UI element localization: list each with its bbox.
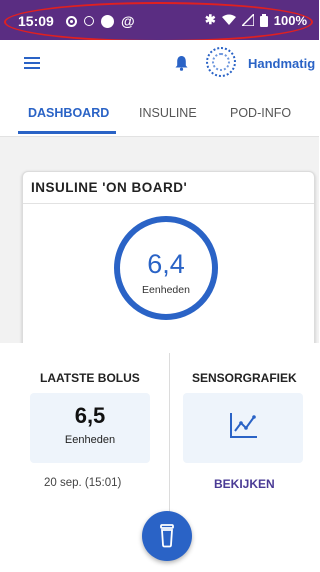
wifi-icon bbox=[221, 14, 236, 25]
at-sign-icon: @ bbox=[121, 13, 135, 29]
pod-status-icon[interactable] bbox=[206, 47, 236, 77]
bolus-icon bbox=[160, 524, 174, 548]
active-tab-indicator bbox=[18, 131, 116, 134]
card-divider bbox=[23, 203, 314, 204]
tab-bar: DASHBOARD INSULINE POD-INFO bbox=[0, 94, 319, 137]
sensor-graph-title: SENSORGRAFIEK bbox=[192, 371, 297, 385]
last-bolus-box: 6,5 Eenheden bbox=[30, 393, 150, 463]
hamburger-icon[interactable] bbox=[24, 57, 40, 69]
last-bolus-time: 20 sep. (15:01) bbox=[44, 477, 122, 489]
status-bar: 15:09 @ ✱ 100% bbox=[0, 0, 319, 42]
status-icons-left: @ bbox=[66, 13, 135, 29]
iob-value: 6,4 bbox=[147, 249, 185, 279]
bluetooth-icon: ✱ bbox=[204, 12, 216, 27]
mode-label[interactable]: Handmatig bbox=[248, 56, 315, 71]
circle-icon bbox=[101, 14, 114, 28]
tab-insuline[interactable]: INSULINE bbox=[139, 106, 197, 120]
bolus-button[interactable] bbox=[142, 511, 192, 561]
app-screen: 15:09 @ ✱ 100% Handmatig DASHBOARD INSUL… bbox=[0, 0, 319, 572]
last-bolus-value: 6,5 bbox=[74, 403, 106, 428]
line-chart-icon bbox=[230, 413, 257, 438]
iob-title: INSULINE 'ON BOARD' bbox=[31, 180, 188, 195]
battery-icon bbox=[259, 13, 268, 27]
bell-icon[interactable] bbox=[175, 55, 188, 71]
tab-dashboard[interactable]: DASHBOARD bbox=[28, 106, 109, 120]
status-icons-right: ✱ 100% bbox=[205, 12, 307, 28]
last-bolus-unit: Eenheden bbox=[64, 434, 116, 446]
sensor-graph-box[interactable] bbox=[183, 393, 303, 463]
last-bolus-title: LAATSTE BOLUS bbox=[40, 371, 140, 385]
status-time: 15:09 bbox=[18, 13, 54, 29]
circle-dot-icon bbox=[84, 16, 94, 26]
battery-percentage: 100% bbox=[273, 12, 307, 28]
iob-ring: 6,4 Eenheden bbox=[114, 216, 218, 320]
iob-unit: Eenheden bbox=[142, 284, 190, 296]
app-header: Handmatig bbox=[0, 40, 319, 86]
signal-icon bbox=[241, 14, 254, 26]
circle-dot-icon bbox=[66, 15, 77, 27]
tab-pod-info[interactable]: POD-INFO bbox=[230, 106, 291, 120]
view-sensor-graph-link[interactable]: BEKIJKEN bbox=[214, 477, 275, 491]
